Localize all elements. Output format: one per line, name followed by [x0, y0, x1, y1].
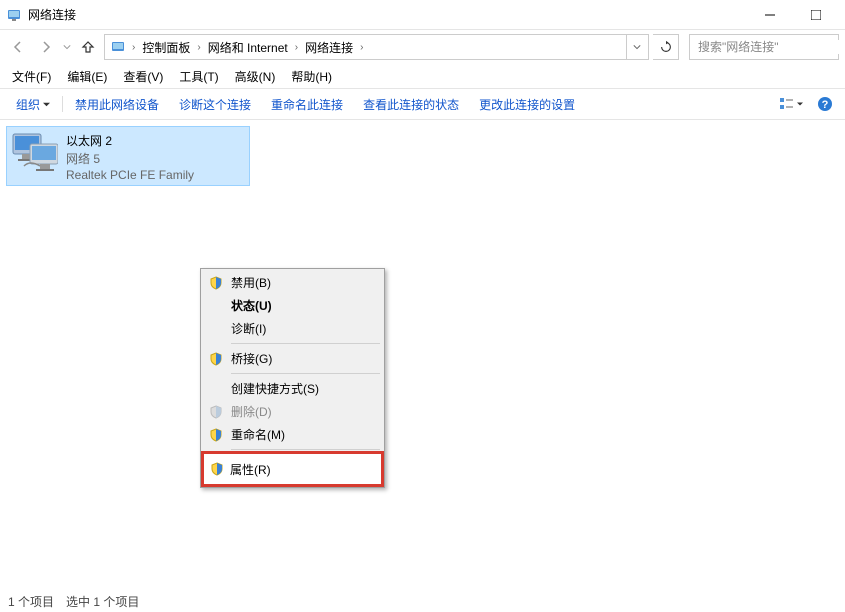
- chevron-right-icon: ›: [358, 42, 365, 53]
- window-title: 网络连接: [28, 6, 747, 23]
- up-button[interactable]: [76, 35, 100, 59]
- breadcrumb-bar[interactable]: › 控制面板 › 网络和 Internet › 网络连接 ›: [104, 34, 649, 60]
- svg-text:?: ?: [822, 99, 829, 111]
- menu-advanced[interactable]: 高级(N): [227, 65, 284, 88]
- address-bar: › 控制面板 › 网络和 Internet › 网络连接 ›: [0, 30, 845, 64]
- ctx-rename[interactable]: 重命名(M): [203, 423, 382, 446]
- breadcrumb-control-panel[interactable]: 控制面板: [138, 35, 194, 59]
- shield-icon: [208, 427, 224, 443]
- ctx-bridge[interactable]: 桥接(G): [203, 347, 382, 370]
- breadcrumb-network-connections[interactable]: 网络连接: [301, 35, 357, 59]
- shield-icon: [209, 461, 225, 477]
- ctx-delete[interactable]: 删除(D): [203, 400, 382, 423]
- ctx-status[interactable]: 状态(U): [203, 294, 382, 317]
- ctx-properties[interactable]: 属性(R): [201, 451, 384, 487]
- menu-tools[interactable]: 工具(T): [171, 65, 226, 88]
- separator: [231, 373, 380, 374]
- menu-file[interactable]: 文件(F): [4, 65, 59, 88]
- network-connection-item[interactable]: 以太网 2 网络 5 Realtek PCIe FE Family: [6, 126, 250, 186]
- context-menu: 禁用(B) 状态(U) 诊断(I) 桥接(G) 创建快捷方式(S) 删除(D) …: [200, 268, 385, 488]
- ctx-shortcut[interactable]: 创建快捷方式(S): [203, 377, 382, 400]
- connection-network: 网络 5: [66, 150, 194, 167]
- chevron-right-icon: ›: [195, 42, 202, 53]
- status-bar: 1 个项目 选中 1 个项目: [8, 593, 139, 610]
- address-dropdown[interactable]: [626, 35, 646, 59]
- menu-help[interactable]: 帮助(H): [283, 65, 340, 88]
- search-input[interactable]: [698, 40, 845, 54]
- connection-adapter: Realtek PCIe FE Family: [66, 168, 194, 182]
- history-dropdown[interactable]: [62, 39, 72, 55]
- help-button[interactable]: ?: [811, 92, 839, 116]
- search-box[interactable]: [689, 34, 839, 60]
- menu-edit[interactable]: 编辑(E): [59, 65, 115, 88]
- shield-icon: [208, 404, 224, 420]
- toolbar-status[interactable]: 查看此连接的状态: [353, 92, 469, 117]
- toolbar-rename[interactable]: 重命名此连接: [261, 92, 353, 117]
- maximize-button[interactable]: [793, 0, 839, 30]
- minimize-button[interactable]: [747, 0, 793, 30]
- ethernet-icon: [10, 130, 58, 172]
- view-dropdown-button[interactable]: [777, 92, 805, 116]
- content-area: 以太网 2 网络 5 Realtek PCIe FE Family 禁用(B) …: [0, 120, 845, 600]
- separator: [231, 343, 380, 344]
- connection-name: 以太网 2: [66, 132, 194, 149]
- breadcrumb-network-internet[interactable]: 网络和 Internet: [204, 35, 292, 59]
- window-icon: [6, 7, 22, 23]
- refresh-button[interactable]: [653, 34, 679, 60]
- location-icon: [109, 38, 127, 56]
- ctx-diagnose[interactable]: 诊断(I): [203, 317, 382, 340]
- toolbar-settings[interactable]: 更改此连接的设置: [469, 92, 585, 117]
- menu-view[interactable]: 查看(V): [115, 65, 171, 88]
- forward-button[interactable]: [34, 35, 58, 59]
- organize-button[interactable]: 组织: [6, 92, 60, 117]
- toolbar-disable[interactable]: 禁用此网络设备: [65, 92, 169, 117]
- shield-icon: [208, 351, 224, 367]
- menu-bar: 文件(F) 编辑(E) 查看(V) 工具(T) 高级(N) 帮助(H): [0, 64, 845, 88]
- ctx-disable[interactable]: 禁用(B): [203, 271, 382, 294]
- chevron-right-icon: ›: [293, 42, 300, 53]
- chevron-right-icon: ›: [130, 42, 137, 53]
- back-button[interactable]: [6, 35, 30, 59]
- separator: [231, 449, 380, 450]
- title-bar: 网络连接: [0, 0, 845, 30]
- toolbar: 组织 禁用此网络设备 诊断这个连接 重命名此连接 查看此连接的状态 更改此连接的…: [0, 88, 845, 120]
- toolbar-diagnose[interactable]: 诊断这个连接: [169, 92, 261, 117]
- shield-icon: [208, 275, 224, 291]
- dropdown-icon: [43, 101, 50, 108]
